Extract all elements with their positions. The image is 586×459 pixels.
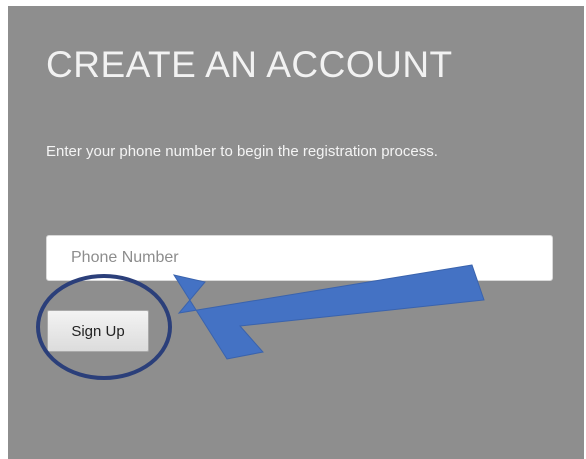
phone-number-input[interactable]: [46, 235, 553, 281]
sign-up-button[interactable]: Sign Up: [47, 310, 149, 352]
page-title: CREATE AN ACCOUNT: [46, 44, 453, 85]
screenshot: CREATE AN ACCOUNT Enter your phone numbe…: [0, 0, 586, 459]
registration-instructions: Enter your phone number to begin the reg…: [46, 143, 438, 160]
registration-panel: CREATE AN ACCOUNT Enter your phone numbe…: [8, 6, 584, 459]
